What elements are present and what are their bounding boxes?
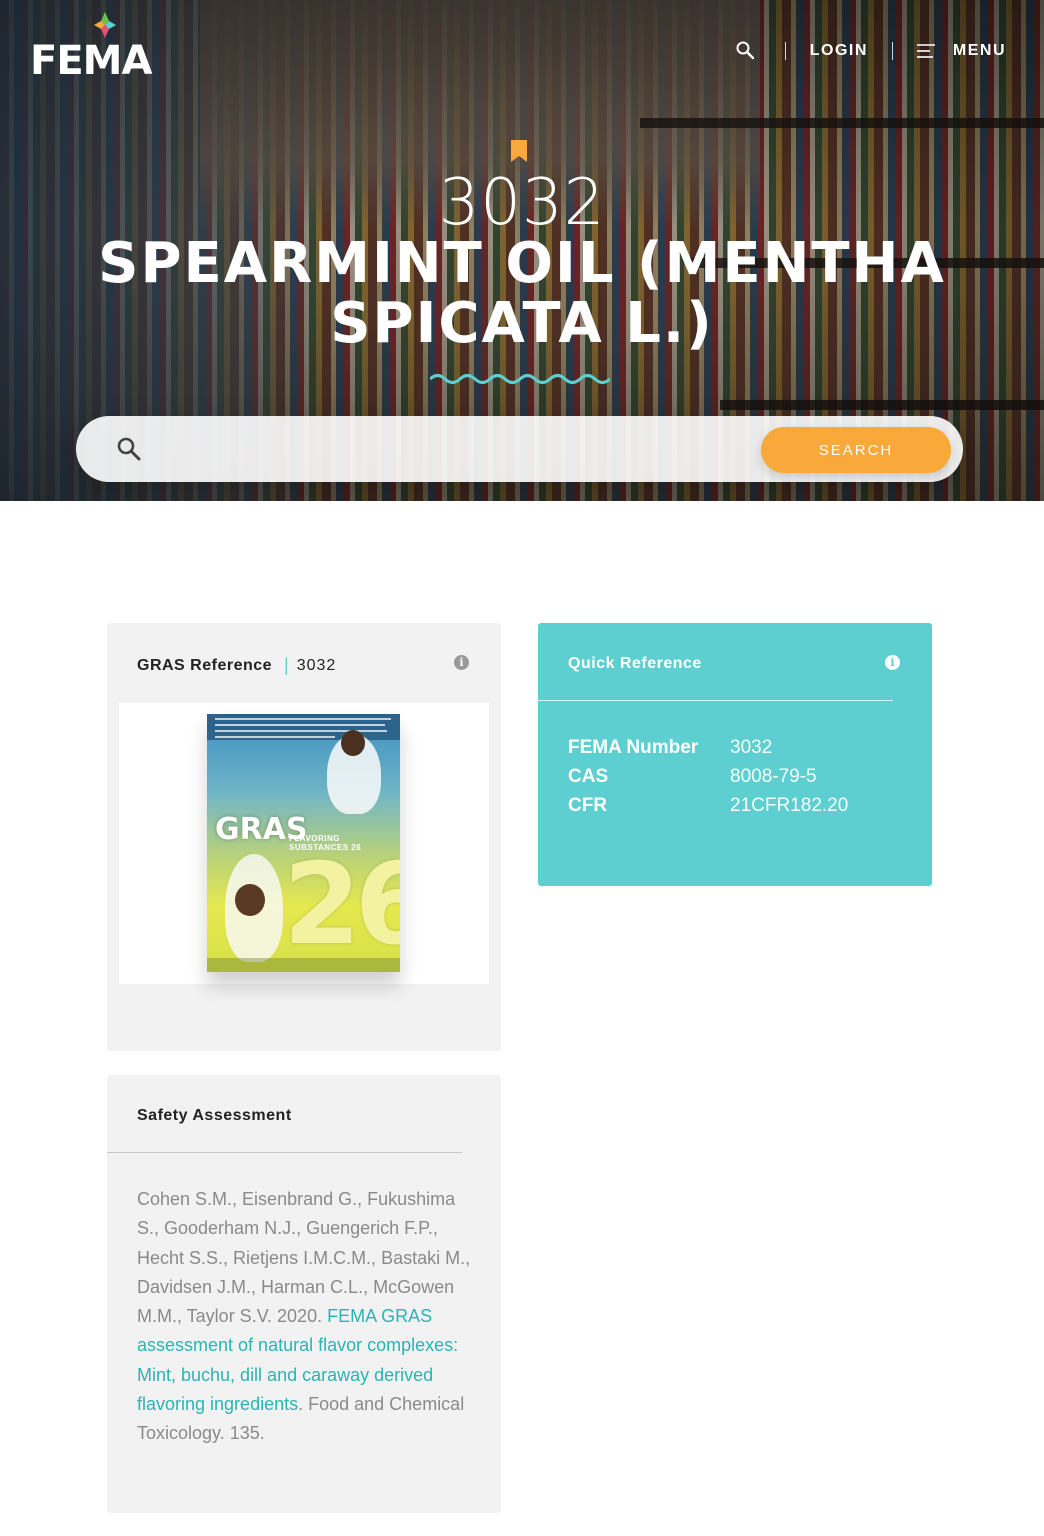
cover-header-text [215,718,391,720]
search-icon [117,437,141,461]
hero-banner: FEMA LOGIN MENU 3032 SPEARMINT OIL (MENT… [0,0,1044,501]
logo-text: FEMA [30,38,152,84]
quick-reference-card: Quick Reference i FEMA Number 3032 CAS 8… [538,623,932,886]
cover-footer [207,958,400,972]
divider [538,700,893,701]
cover-volume-number: 26 [283,840,400,970]
top-navigation: LOGIN MENU [735,38,1006,64]
divider [107,1152,462,1153]
cover-header-text [215,730,387,732]
title-divider: | [284,655,289,675]
info-icon[interactable]: i [454,655,469,670]
quick-reference-row-cas: CAS 8008-79-5 [568,762,848,791]
quick-reference-value: 8008-79-5 [730,765,817,787]
safety-assessment-title: Safety Assessment [137,1107,292,1124]
quick-reference-label: CAS [568,765,609,787]
gras-cover-frame: GRAS FLAVORING SUBSTANCES 26 26 [119,703,489,984]
quick-reference-title: Quick Reference [568,655,702,672]
quick-reference-table: FEMA Number 3032 CAS 8008-79-5 CFR 21CFR… [568,733,848,820]
safety-citation: Cohen S.M., Eisenbrand G., Fukushima S.,… [137,1185,473,1449]
cover-scientist-head [341,730,365,756]
quick-reference-row-fema-number: FEMA Number 3032 [568,733,848,762]
search-bar: SEARCH [76,416,963,482]
info-icon[interactable]: i [885,655,900,670]
substance-title: SPEARMINT OIL (MENTHA SPICATA L.) [98,231,946,356]
search-button[interactable]: SEARCH [761,427,951,473]
search-input[interactable] [164,428,814,470]
gras-reference-card: GRAS Reference | 3032 i GRAS FLAVORING S… [107,623,501,1051]
safety-assessment-card: Safety Assessment Cohen S.M., Eisenbrand… [107,1075,501,1513]
gras-publication-cover[interactable]: GRAS FLAVORING SUBSTANCES 26 26 [207,714,400,972]
gras-reference-number: 3032 [296,656,337,674]
quick-reference-row-cfr: CFR 21CFR182.20 [568,791,848,820]
fema-logo[interactable]: FEMA [30,12,155,84]
search-icon[interactable] [735,40,757,62]
fema-number-heading: 3032 [438,166,606,240]
quick-reference-label: FEMA Number [568,736,699,758]
quick-reference-label: CFR [568,794,608,816]
quick-reference-value: 3032 [730,736,773,758]
menu-button[interactable]: MENU [953,42,1006,60]
cover-scientist-head [235,884,265,916]
bookmark-icon[interactable] [511,140,527,162]
gras-reference-header: GRAS Reference | 3032 [137,655,336,676]
cover-header-text [215,724,385,726]
hamburger-menu-icon[interactable] [916,44,937,58]
cover-header [207,714,400,740]
logo-leaf-icon [94,12,116,38]
decorative-wave-icon [430,374,610,384]
login-link[interactable]: LOGIN [810,42,868,60]
cover-header-text [215,736,335,738]
quick-reference-value: 21CFR182.20 [730,794,849,816]
nav-divider [784,42,786,60]
nav-divider [891,42,893,60]
gras-reference-title: GRAS Reference [137,656,273,674]
